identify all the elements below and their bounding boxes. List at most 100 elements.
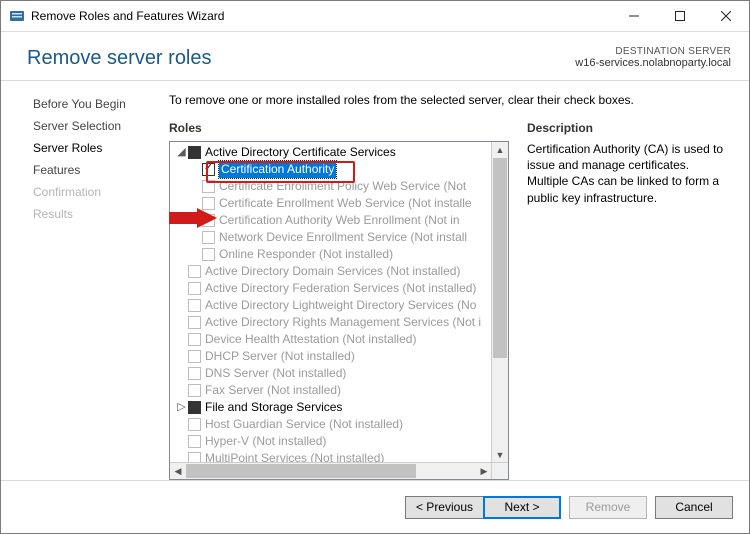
role-label: File and Storage Services <box>205 399 342 416</box>
scroll-right-button[interactable]: ▶ <box>476 463 492 479</box>
role-node: Certification Authority Web Enrollment (… <box>172 212 492 229</box>
role-node: DNS Server (Not installed) <box>172 365 492 382</box>
roles-header: Roles <box>169 121 509 135</box>
cancel-button[interactable]: Cancel <box>655 496 733 519</box>
minimize-button[interactable] <box>611 1 657 31</box>
role-node[interactable]: ◢ Active Directory Certificate Services <box>172 144 492 161</box>
window-title: Remove Roles and Features Wizard <box>31 9 224 23</box>
description-header: Description <box>527 121 731 135</box>
role-checkbox <box>202 248 215 261</box>
nav-step-confirmation: Confirmation <box>9 181 161 203</box>
role-label: Active Directory Certificate Services <box>205 144 396 161</box>
role-checkbox <box>188 350 201 363</box>
description-text: Certification Authority (CA) is used to … <box>527 141 731 206</box>
role-checkbox <box>188 316 201 329</box>
nav-step-features[interactable]: Features <box>9 159 161 181</box>
titlebar: Remove Roles and Features Wizard <box>1 1 749 32</box>
page-title: Remove server roles <box>27 42 212 74</box>
role-label: Certification Authority <box>219 161 336 178</box>
previous-button[interactable]: < Previous <box>405 496 483 519</box>
destination-label: DESTINATION SERVER <box>575 46 731 57</box>
role-checkbox <box>188 265 201 278</box>
role-label: Fax Server (Not installed) <box>205 382 341 399</box>
scroll-left-button[interactable]: ◀ <box>170 463 186 479</box>
role-node: Active Directory Lightweight Directory S… <box>172 297 492 314</box>
collapse-icon[interactable]: ◢ <box>176 147 187 158</box>
role-checkbox[interactable] <box>188 146 201 159</box>
role-checkbox <box>188 299 201 312</box>
expand-icon[interactable]: ▷ <box>176 402 187 413</box>
role-label: Certification Authority Web Enrollment (… <box>219 212 460 229</box>
description-column: Description Certification Authority (CA)… <box>527 121 731 480</box>
nav-step-before-you-begin[interactable]: Before You Begin <box>9 93 161 115</box>
main-panel: To remove one or more installed roles fr… <box>161 93 749 480</box>
maximize-button[interactable] <box>657 1 703 31</box>
wizard-header: Remove server roles DESTINATION SERVER w… <box>1 32 749 81</box>
horizontal-scrollbar[interactable]: ◀ ▶ <box>170 462 492 479</box>
role-node: Online Responder (Not installed) <box>172 246 492 263</box>
role-checkbox <box>202 231 215 244</box>
role-checkbox <box>188 384 201 397</box>
role-node: Device Health Attestation (Not installed… <box>172 331 492 348</box>
role-label: Device Health Attestation (Not installed… <box>205 331 416 348</box>
nav-step-server-selection[interactable]: Server Selection <box>9 115 161 137</box>
role-label: Active Directory Lightweight Directory S… <box>205 297 476 314</box>
nav-button-group: < Previous Next > <box>405 496 561 519</box>
role-node[interactable]: Certification Authority <box>172 161 492 178</box>
role-node: Active Directory Rights Management Servi… <box>172 314 492 331</box>
role-label: Host Guardian Service (Not installed) <box>205 416 403 433</box>
roles-treeview[interactable]: ◢Active Directory Certificate ServicesCe… <box>169 141 509 480</box>
app-icon <box>9 8 25 24</box>
role-node: Fax Server (Not installed) <box>172 382 492 399</box>
next-button[interactable]: Next > <box>483 496 561 519</box>
role-node: DHCP Server (Not installed) <box>172 348 492 365</box>
columns: Roles ◢ Active Directory Certificate Serv… <box>169 121 731 480</box>
role-checkbox[interactable] <box>188 401 201 414</box>
role-node[interactable]: ▷ File and Storage Services <box>172 399 492 416</box>
scroll-down-button[interactable]: ▼ <box>492 447 508 463</box>
remove-button[interactable]: Remove <box>569 496 647 519</box>
vertical-scroll-thumb[interactable] <box>493 158 507 358</box>
role-checkbox <box>188 333 201 346</box>
role-checkbox <box>188 367 201 380</box>
role-label: Active Directory Federation Services (No… <box>205 280 476 297</box>
role-label: Online Responder (Not installed) <box>219 246 393 263</box>
role-label: Network Device Enrollment Service (Not i… <box>219 229 467 246</box>
role-node: Host Guardian Service (Not installed) <box>172 416 492 433</box>
role-checkbox <box>202 214 215 227</box>
roles-column: Roles ◢ Active Directory Certificate Serv… <box>169 121 509 480</box>
role-node: Active Directory Federation Services (No… <box>172 280 492 297</box>
role-checkbox <box>202 180 215 193</box>
scrollbar-corner <box>491 462 508 479</box>
role-node: Certificate Enrollment Web Service (Not … <box>172 195 492 212</box>
role-label: Active Directory Rights Management Servi… <box>205 314 481 331</box>
wizard-body: Before You BeginServer SelectionServer R… <box>1 81 749 480</box>
step-nav: Before You BeginServer SelectionServer R… <box>1 93 161 480</box>
role-label: Active Directory Domain Services (Not in… <box>205 263 460 280</box>
vertical-scrollbar[interactable]: ▲ ▼ <box>491 142 508 463</box>
role-label: Certificate Enrollment Web Service (Not … <box>219 195 472 212</box>
role-node: Network Device Enrollment Service (Not i… <box>172 229 492 246</box>
nav-step-results: Results <box>9 203 161 225</box>
role-checkbox <box>188 282 201 295</box>
role-checkbox <box>188 435 201 448</box>
destination-server: w16-services.nolabnoparty.local <box>575 57 731 69</box>
instruction-text: To remove one or more installed roles fr… <box>169 93 731 107</box>
role-label: Certificate Enrollment Policy Web Servic… <box>219 178 466 195</box>
role-label: DNS Server (Not installed) <box>205 365 346 382</box>
role-node: Active Directory Domain Services (Not in… <box>172 263 492 280</box>
nav-step-server-roles[interactable]: Server Roles <box>9 137 161 159</box>
role-checkbox <box>188 418 201 431</box>
role-label: Hyper-V (Not installed) <box>205 433 326 450</box>
role-node: Hyper-V (Not installed) <box>172 433 492 450</box>
role-node: Certificate Enrollment Policy Web Servic… <box>172 178 492 195</box>
role-checkbox <box>202 197 215 210</box>
destination-server-block: DESTINATION SERVER w16-services.nolabnop… <box>575 42 731 69</box>
role-checkbox[interactable] <box>202 163 215 176</box>
horizontal-scroll-thumb[interactable] <box>186 464 416 478</box>
wizard-window: Remove Roles and Features Wizard Remove … <box>0 0 750 534</box>
close-button[interactable] <box>703 1 749 31</box>
button-bar: < Previous Next > Remove Cancel <box>1 480 749 533</box>
role-label: DHCP Server (Not installed) <box>205 348 355 365</box>
scroll-up-button[interactable]: ▲ <box>492 142 508 158</box>
